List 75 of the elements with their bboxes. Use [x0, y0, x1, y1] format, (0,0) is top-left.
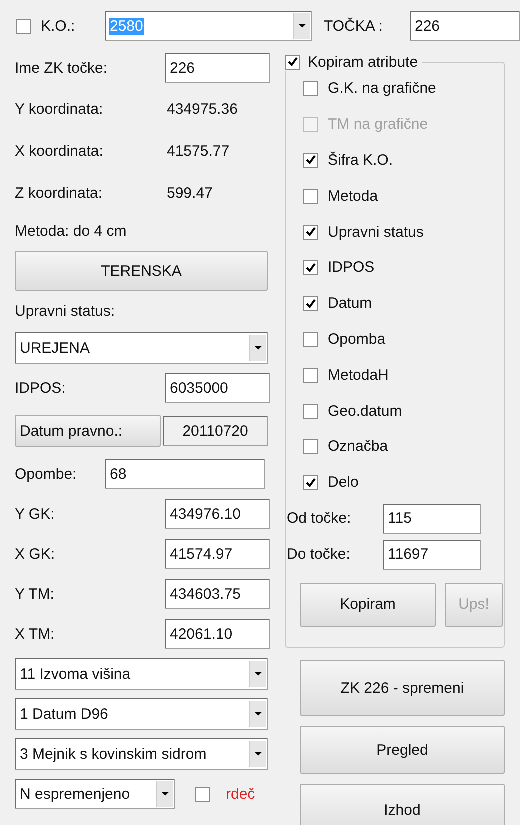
checkbox-label: MetodaH	[328, 366, 389, 384]
checkbox-label: rdeč	[226, 786, 256, 802]
checkbox-label: Kopiram atribute	[308, 54, 418, 70]
checkbox-label: Geo.datum	[328, 402, 402, 420]
dropdown[interactable]: 3 Mejnik s kovinskim sidrom	[15, 738, 268, 770]
coordinate-value: 41575.77	[167, 142, 230, 160]
input-field[interactable]: 6035000	[165, 373, 270, 403]
field-label: Y koordinata:	[15, 100, 104, 118]
field-label: X koordinata:	[15, 142, 104, 160]
field-label: Do točke:	[287, 546, 352, 564]
field-label: Od točke:	[287, 510, 352, 528]
input-field[interactable]: 42061.10	[165, 619, 270, 649]
coordinate-value: 599.47	[167, 184, 213, 202]
date-button[interactable]: Datum pravno.:	[15, 415, 161, 447]
tocka-field[interactable]: 226	[410, 11, 520, 41]
checkbox[interactable]	[303, 152, 318, 168]
input-field[interactable]: 434976.10	[165, 499, 270, 529]
field-label: Y TM:	[15, 586, 54, 602]
terenska-button[interactable]: TERENSKA	[15, 251, 268, 291]
field-label: X TM:	[15, 626, 55, 642]
field-label: Z koordinata:	[15, 184, 104, 202]
caret-icon	[254, 345, 262, 351]
field-label: Y GK:	[15, 506, 55, 522]
input-field[interactable]: 226	[165, 53, 270, 83]
action-button[interactable]: Izhod	[300, 784, 505, 825]
checkbox-label: Upravni status	[328, 224, 424, 241]
action-button[interactable]: Pregled	[300, 726, 505, 774]
checkbox-label: Opomba	[328, 330, 386, 348]
field-label: IDPOS:	[15, 380, 66, 396]
input-field[interactable]: 68	[105, 459, 265, 489]
input-field[interactable]: 41574.97	[165, 539, 270, 569]
checkbox[interactable]	[303, 404, 318, 419]
section-label: Metoda: do 4 cm	[15, 222, 127, 240]
field-label: Ime ZK točke:	[15, 60, 108, 76]
field-label: X GK:	[15, 546, 56, 562]
action-button[interactable]: Kopiram	[300, 582, 436, 627]
dropdown[interactable]: N espremenjeno	[15, 779, 175, 809]
checkbox[interactable]	[303, 260, 318, 276]
dropdown[interactable]: UREJENA	[15, 332, 268, 364]
checkbox[interactable]	[195, 786, 210, 802]
dropdown[interactable]: 11 Izvoma višina	[15, 658, 268, 690]
checkbox-label: Šifra K.O.	[328, 152, 394, 169]
checkbox[interactable]	[303, 224, 318, 240]
checkbox[interactable]	[303, 439, 318, 454]
checkbox[interactable]	[16, 18, 31, 34]
input-field[interactable]: 434603.75	[165, 579, 270, 609]
checkbox-label: IDPOS	[328, 259, 375, 276]
caret-icon	[254, 671, 262, 677]
dropdown[interactable]: 1 Datum D96	[15, 698, 268, 730]
checkbox[interactable]	[303, 81, 318, 96]
checkbox-label: Označba	[328, 438, 388, 456]
checkbox-label: TM na grafične	[328, 116, 428, 134]
caret-icon	[298, 23, 306, 29]
section-label: Upravni status:	[15, 302, 116, 320]
checkbox-label: Metoda	[328, 188, 378, 205]
input-field[interactable]: 11697	[383, 540, 481, 570]
checkbox[interactable]	[285, 54, 300, 70]
checkbox[interactable]	[303, 475, 318, 490]
coordinate-value: 434975.36	[167, 100, 238, 118]
ko-label: K.O.:	[41, 18, 76, 34]
checkbox[interactable]	[303, 368, 318, 383]
date-field: 20110720	[163, 416, 268, 446]
caret-icon	[160, 791, 170, 797]
checkbox-label: Delo	[328, 474, 359, 492]
action-button[interactable]: ZK 226 - spremeni	[300, 660, 505, 716]
input-field[interactable]: 115	[383, 504, 481, 534]
checkbox[interactable]	[303, 296, 318, 312]
tocka-label: TOČKA :	[324, 18, 384, 34]
checkbox-label: Datum	[328, 295, 372, 312]
caret-icon	[254, 711, 262, 717]
field-label: Opombe:	[15, 466, 78, 482]
checkbox-label: G.K. na grafične	[328, 80, 436, 98]
checkbox[interactable]	[303, 332, 318, 347]
caret-icon	[254, 751, 262, 757]
checkbox[interactable]	[303, 188, 318, 204]
